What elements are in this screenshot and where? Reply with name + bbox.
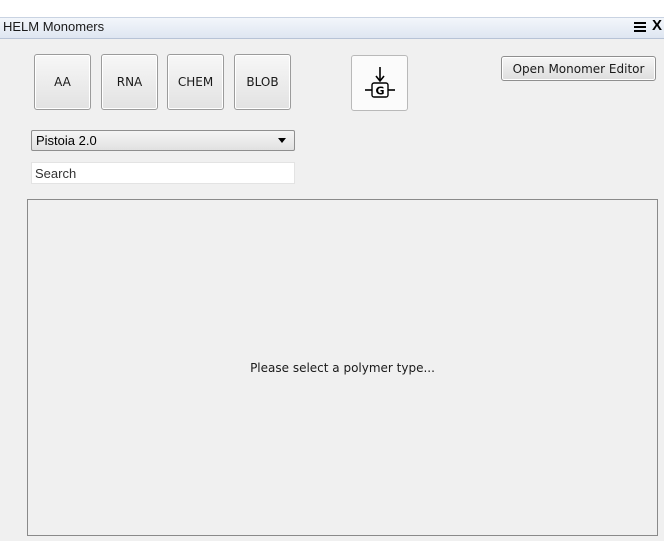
import-glyph: G — [375, 85, 384, 98]
window-title: HELM Monomers — [3, 19, 105, 34]
aa-button[interactable]: AA — [34, 54, 91, 110]
library-select[interactable]: Pistoia 2.0 — [31, 130, 295, 151]
import-arrow-g-icon: G — [365, 67, 395, 98]
helm-monomers-window: HELM Monomers X AA RNA CHEM BLOB G Open … — [0, 0, 664, 541]
import-button[interactable]: G — [351, 55, 408, 111]
panel-message: Please select a polymer type... — [250, 361, 435, 375]
search-input[interactable] — [31, 162, 295, 184]
close-icon[interactable]: X — [650, 18, 664, 33]
chevron-down-icon — [278, 138, 286, 143]
library-select-value: Pistoia 2.0 — [36, 133, 97, 148]
rna-button[interactable]: RNA — [101, 54, 158, 110]
title-bar: HELM Monomers X — [0, 0, 664, 39]
open-monomer-editor-button[interactable]: Open Monomer Editor — [501, 56, 656, 81]
chem-button[interactable]: CHEM — [167, 54, 224, 110]
monomer-panel: Please select a polymer type... — [27, 199, 658, 536]
pin-icon[interactable] — [633, 20, 647, 34]
blob-button[interactable]: BLOB — [234, 54, 291, 110]
